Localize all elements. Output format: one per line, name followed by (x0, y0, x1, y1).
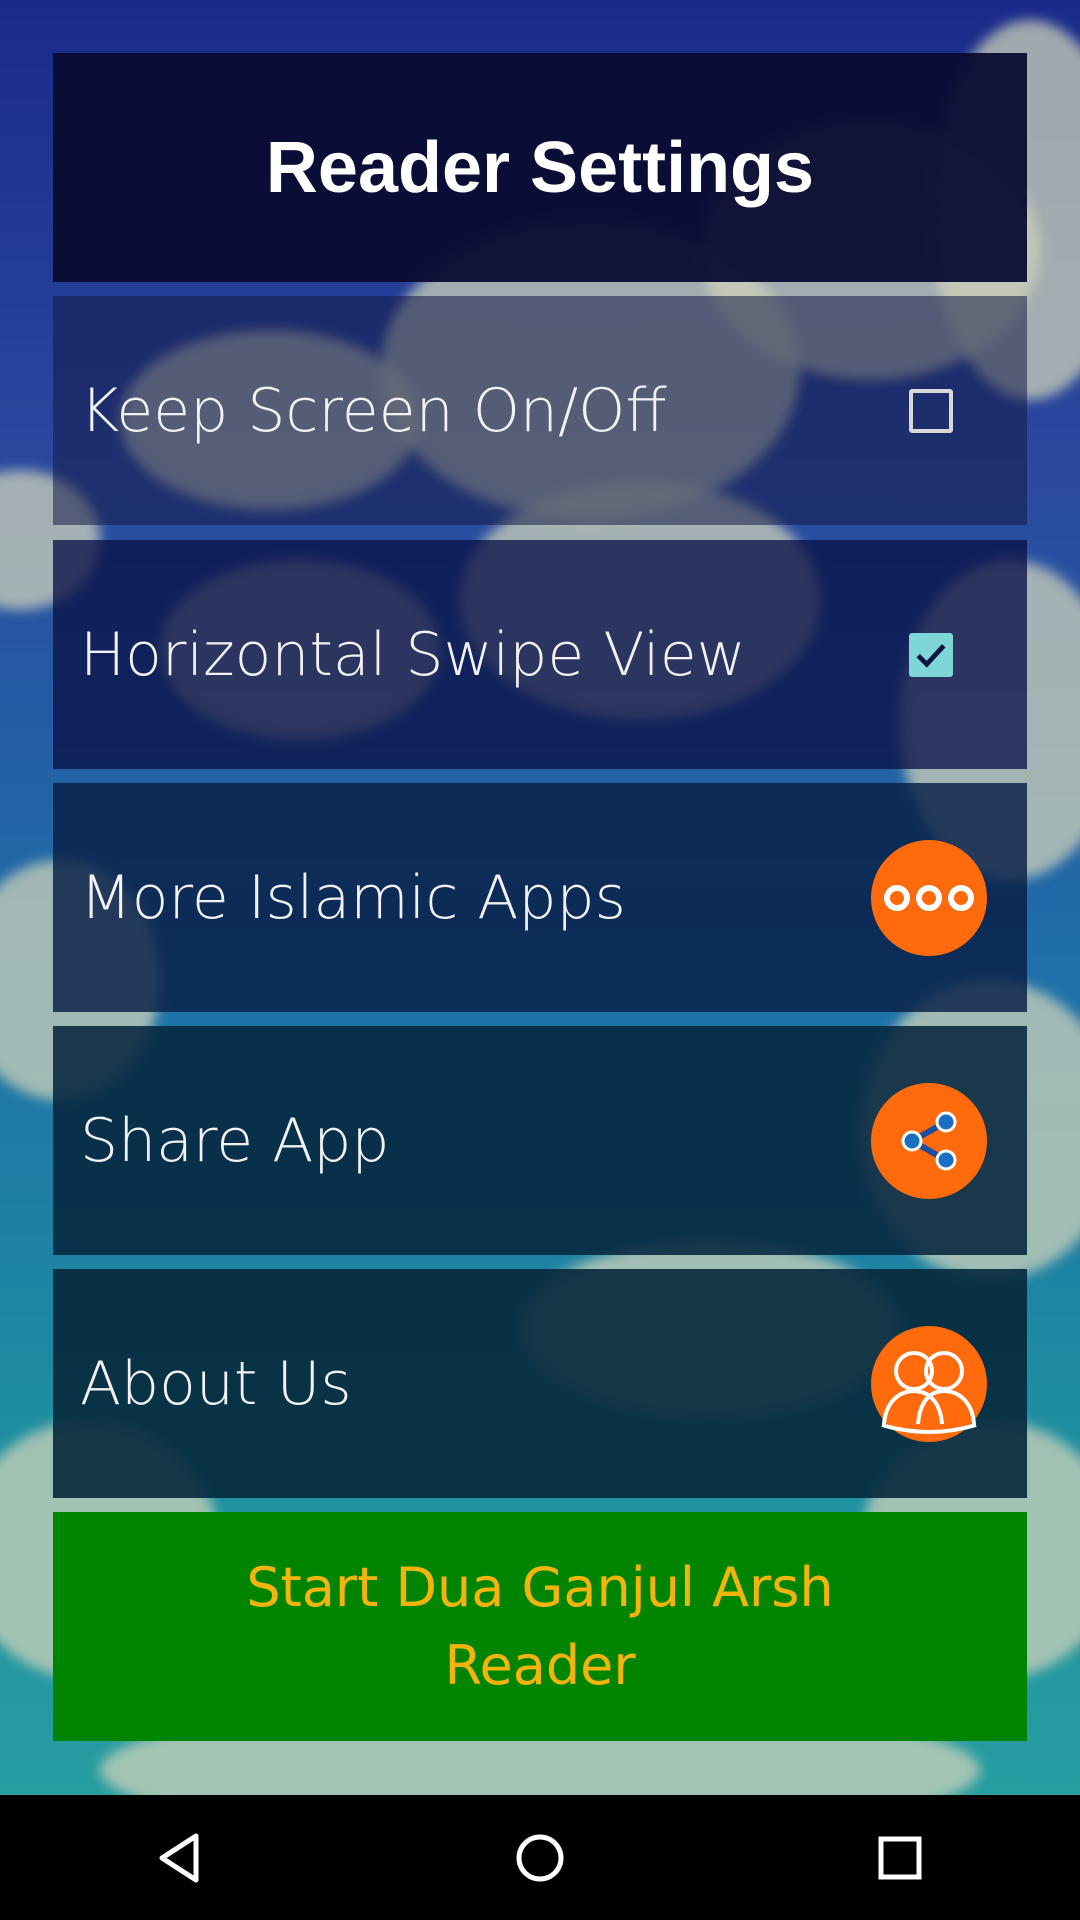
share-icon (901, 1111, 957, 1170)
about-us-button[interactable] (871, 1325, 987, 1442)
share-button[interactable] (871, 1082, 987, 1199)
start-reader-label: Start Dua Ganjul Arsh Reader (246, 1555, 834, 1697)
page-title: Reader Settings (265, 127, 815, 208)
home-button[interactable] (480, 1798, 600, 1918)
header-panel: Reader Settings (53, 53, 1027, 282)
start-reader-button[interactable]: Start Dua Ganjul Arsh Reader (53, 1512, 1027, 1741)
home-icon (516, 1834, 564, 1881)
horizontal-swipe-checkbox[interactable] (909, 632, 953, 677)
back-icon (159, 1833, 199, 1882)
back-button[interactable] (120, 1798, 240, 1918)
system-nav-bar (0, 1795, 1080, 1920)
more-islamic-apps-item[interactable]: More Islamic Apps (53, 783, 1027, 1012)
recents-icon (878, 1836, 922, 1879)
setting-horizontal-swipe[interactable]: Horizontal Swipe View (53, 540, 1027, 769)
checkmark-icon (916, 643, 946, 668)
setting-label: Keep Screen On/Off (80, 375, 667, 446)
setting-label: More Islamic Apps (80, 862, 626, 933)
setting-label: Share App (80, 1105, 390, 1176)
people-icon (881, 1350, 977, 1434)
recents-button[interactable] (840, 1798, 960, 1918)
setting-label: Horizontal Swipe View (80, 619, 746, 690)
setting-keep-screen-on[interactable]: Keep Screen On/Off (53, 296, 1027, 525)
about-us-item[interactable]: About Us (53, 1269, 1027, 1498)
setting-label: About Us (80, 1348, 352, 1419)
more-apps-button[interactable] (871, 839, 987, 956)
share-app-item[interactable]: Share App (53, 1026, 1027, 1255)
more-dots-icon (884, 884, 974, 911)
keep-screen-checkbox[interactable] (909, 388, 953, 433)
